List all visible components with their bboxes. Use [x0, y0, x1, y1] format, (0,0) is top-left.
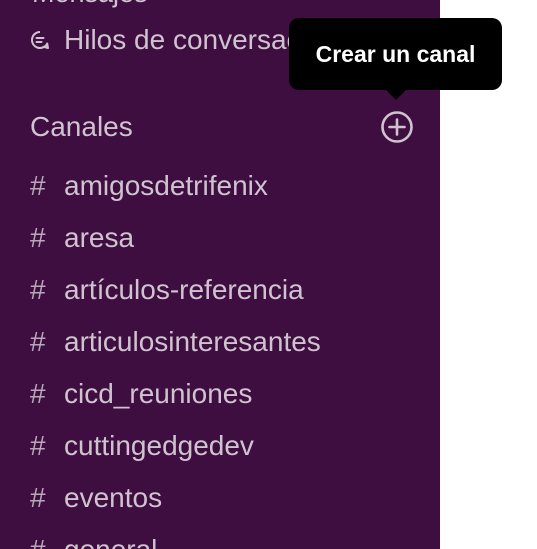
channel-item[interactable]: # cicd_reuniones [30, 368, 321, 420]
hash-icon: # [30, 430, 46, 461]
sidebar-item-clipped[interactable]: Mensajes [32, 0, 148, 9]
channel-label: eventos [64, 482, 163, 513]
tooltip-arrow [385, 89, 407, 100]
channel-label: cuttingedgedev [64, 430, 254, 461]
add-channel-button[interactable] [380, 110, 414, 144]
channels-section-title[interactable]: Canales [30, 111, 133, 143]
channels-section-header: Canales [30, 108, 414, 146]
hash-icon: # [30, 482, 46, 513]
hash-icon: # [30, 378, 46, 409]
channel-item[interactable]: # cuttingedgedev [30, 420, 321, 472]
hash-icon: # [30, 274, 46, 305]
sidebar-item-label: Mensajes [32, 0, 148, 8]
channel-label: aresa [64, 222, 135, 253]
hash-icon: # [30, 170, 46, 201]
channel-item[interactable]: # aresa [30, 212, 321, 264]
channel-list: # amigosdetrifenix # aresa # artículos-r… [30, 160, 321, 549]
app-window: Mensajes Hilos de conversación Canales [0, 0, 537, 549]
channel-item[interactable]: # articulosinteresantes [30, 316, 321, 368]
channel-label: amigosdetrifenix [64, 170, 268, 201]
channel-item[interactable]: # general [30, 524, 321, 549]
tooltip: Crear un canal [289, 18, 502, 90]
channel-item[interactable]: # eventos [30, 472, 321, 524]
tooltip-text: Crear un canal [315, 40, 476, 67]
channel-item[interactable]: # artículos-referencia [30, 264, 321, 316]
hash-icon: # [30, 534, 64, 549]
channel-label: artículos-referencia [64, 274, 304, 305]
channel-label: articulosinteresantes [64, 326, 321, 357]
channel-label: general [64, 534, 157, 549]
hash-icon: # [30, 222, 46, 253]
add-circle-icon [381, 111, 413, 143]
channel-label: cicd_reuniones [64, 378, 253, 409]
channel-item[interactable]: # amigosdetrifenix [30, 160, 321, 212]
threads-icon [30, 30, 50, 50]
hash-icon: # [30, 326, 46, 357]
